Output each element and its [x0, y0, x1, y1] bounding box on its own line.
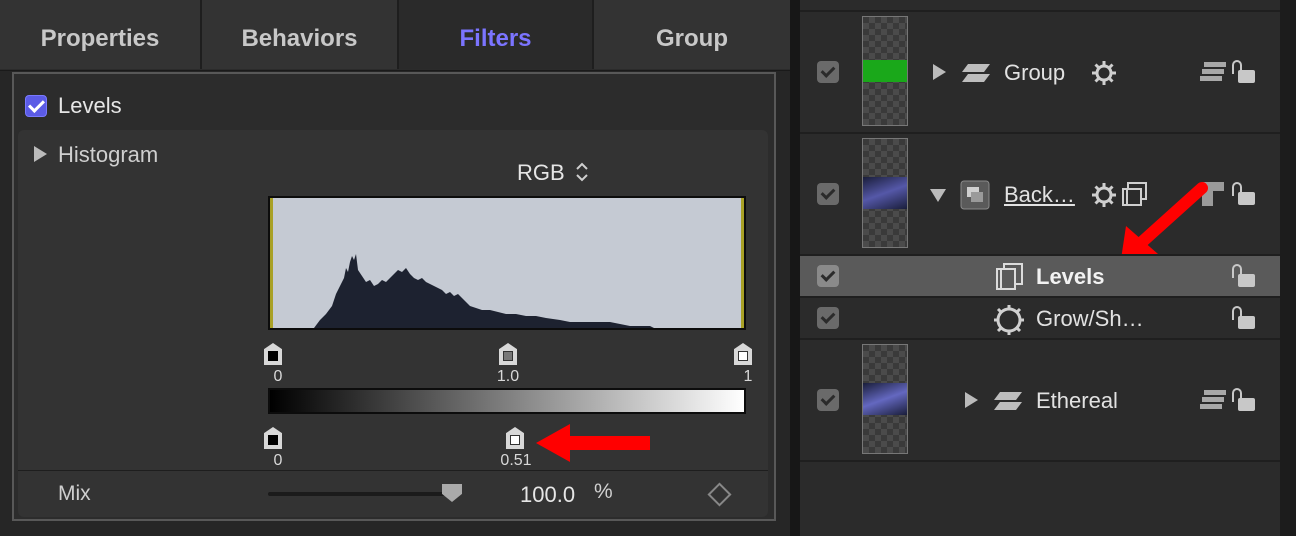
lock-icon[interactable]	[1232, 60, 1255, 86]
channel-popup[interactable]: RGB	[517, 158, 589, 186]
mix-label: Mix	[58, 482, 91, 505]
layer-grow-name[interactable]: Grow/Sh…	[1036, 306, 1144, 332]
mix-value[interactable]: 100.0	[520, 482, 575, 508]
row-separator	[800, 10, 1280, 12]
filmstrip-icon	[996, 263, 1023, 290]
input-black-value: 0	[273, 368, 283, 385]
layers-scroll-gutter[interactable]	[1280, 0, 1296, 536]
tab-behaviors[interactable]: Behaviors	[202, 0, 399, 69]
nebula-swatch	[863, 177, 907, 209]
histogram-label[interactable]: Histogram	[58, 142, 158, 168]
lock-icon[interactable]	[1232, 264, 1255, 290]
layers-icon[interactable]	[1200, 61, 1228, 83]
filter-name: Levels	[58, 93, 122, 118]
tab-group[interactable]: Group	[594, 0, 790, 69]
mix-slider[interactable]	[268, 492, 452, 496]
row-separator	[800, 460, 1280, 462]
tab-filters[interactable]: Filters	[399, 0, 594, 69]
levels-enable-checkbox[interactable]	[25, 95, 47, 117]
layer-ethereal-thumbnail	[862, 344, 908, 454]
histogram-black-edge	[270, 198, 273, 328]
layer-grow-checkbox[interactable]	[817, 307, 839, 329]
nebula-swatch	[863, 383, 907, 415]
lock-icon[interactable]	[1232, 388, 1255, 414]
layer-levels-checkbox[interactable]	[817, 265, 839, 287]
disclosure-triangle-icon[interactable]	[965, 392, 978, 408]
histogram-white-edge	[741, 198, 744, 328]
row-separator	[800, 132, 1280, 134]
row-separator	[800, 338, 1280, 340]
disclosure-triangle-icon[interactable]	[34, 146, 47, 162]
output-gradient-bar	[268, 388, 746, 414]
row-separator	[800, 296, 1280, 298]
tab-properties[interactable]: Properties	[0, 0, 202, 69]
gear-outline-icon	[994, 305, 1024, 335]
panel-divider[interactable]	[790, 0, 800, 536]
layer-group-thumbnail	[862, 16, 908, 126]
group-layer-icon	[960, 180, 990, 210]
layer-group-name[interactable]: Group	[1004, 60, 1065, 86]
inspector-tab-bar: Properties Behaviors Filters Group	[0, 0, 790, 71]
lock-icon[interactable]	[1232, 182, 1255, 208]
stack-icon	[994, 392, 1022, 410]
layers-icon[interactable]	[1200, 389, 1228, 411]
inspector-panel: Properties Behaviors Filters Group Level…	[0, 0, 790, 536]
input-white-value: 1	[743, 368, 753, 385]
green-swatch	[863, 60, 907, 82]
gear-icon[interactable]	[1091, 182, 1117, 208]
layer-background-thumbnail	[862, 138, 908, 248]
mix-unit: %	[594, 480, 613, 503]
annotation-arrow-icon	[536, 424, 650, 462]
channel-value: RGB	[517, 160, 565, 185]
gear-icon[interactable]	[1091, 60, 1117, 86]
disclosure-triangle-icon[interactable]	[930, 189, 946, 202]
input-gamma-value: 1.0	[496, 368, 520, 385]
histogram-graph	[314, 254, 654, 328]
layer-ethereal-checkbox[interactable]	[817, 389, 839, 411]
layer-levels-name[interactable]: Levels	[1036, 264, 1105, 290]
layer-group-checkbox[interactable]	[817, 61, 839, 83]
chevron-updown-icon	[576, 162, 588, 182]
layer-ethereal-name[interactable]: Ethereal	[1036, 388, 1118, 414]
mix-separator	[18, 470, 768, 471]
disclosure-triangle-icon[interactable]	[933, 64, 946, 80]
layers-panel: Group Back… Levels Grow/Sh… Ethereal	[800, 0, 1296, 536]
stack-icon	[962, 64, 990, 82]
layer-background-name[interactable]: Back…	[1004, 182, 1075, 208]
lock-icon[interactable]	[1232, 306, 1255, 332]
layer-background-checkbox[interactable]	[817, 183, 839, 205]
histogram	[268, 196, 746, 330]
output-black-value: 0	[273, 452, 283, 469]
